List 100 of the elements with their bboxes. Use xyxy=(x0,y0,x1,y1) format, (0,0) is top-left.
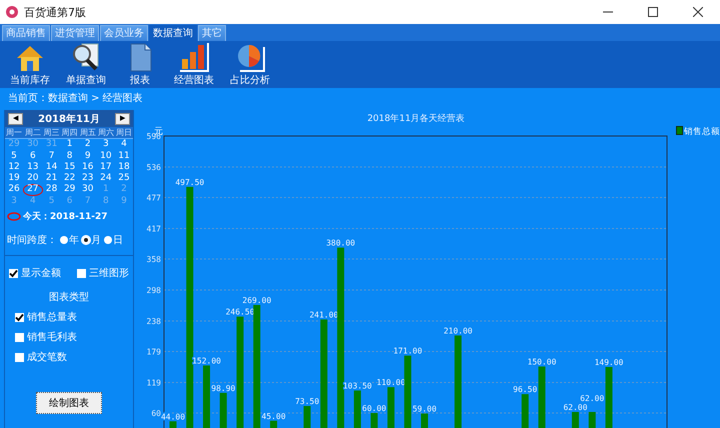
value-label: 59.00 xyxy=(412,404,437,414)
axis-tick-label: 298 xyxy=(146,286,161,295)
section-title: 图表类型 xyxy=(48,290,90,304)
breadcrumb: 当前页：数据查询 > 经营图表 xyxy=(7,92,144,106)
calendar-day[interactable]: 8 xyxy=(66,150,73,162)
axis-tick-label: 119 xyxy=(146,378,161,388)
axis-tick-label: 358 xyxy=(146,255,161,264)
calendar-day[interactable]: 26 xyxy=(8,184,20,196)
calendar-day[interactable]: 23 xyxy=(82,173,94,184)
bar xyxy=(304,406,311,428)
tab[interactable]: 数据查询 xyxy=(149,25,197,41)
legend-swatch xyxy=(676,126,683,135)
weekday-label: 周六 xyxy=(96,127,115,140)
axis-tick-label: 179 xyxy=(146,348,161,356)
axis-tick-label: 238 xyxy=(146,317,161,326)
toolbar-button[interactable]: 报表 xyxy=(116,39,164,88)
bar xyxy=(588,412,596,428)
value-label: 73.50 xyxy=(295,397,320,406)
value-label: 210.00 xyxy=(444,326,472,336)
maximize-icon xyxy=(648,7,658,17)
calendar-day[interactable]: 20 xyxy=(27,173,39,184)
calendar-day[interactable]: 28 xyxy=(46,184,58,196)
calendar-day[interactable]: 15 xyxy=(64,162,76,174)
calendar-day[interactable]: 30 xyxy=(82,184,94,196)
checkmark-icon xyxy=(15,312,24,322)
calendar-day[interactable]: 22 xyxy=(64,173,76,184)
month-title: 2018年11月 xyxy=(38,112,100,126)
calendar-day[interactable]: 13 xyxy=(27,162,39,174)
calendar-day[interactable]: 27 xyxy=(23,184,43,196)
calendar-day[interactable]: 18 xyxy=(118,162,130,174)
bar-chart-icon xyxy=(178,41,210,73)
value-label: 98.90 xyxy=(211,384,236,393)
calendar-day[interactable]: 9 xyxy=(84,150,91,162)
value-label: 45.00 xyxy=(262,412,286,421)
weekday-label: 周三 xyxy=(42,127,61,140)
value-label: 497.50 xyxy=(175,178,204,187)
calendar-day[interactable]: 2 xyxy=(84,139,91,151)
calendar-day[interactable]: 4 xyxy=(121,139,127,151)
calendar-day[interactable]: 12 xyxy=(8,162,20,174)
value-label: 103.50 xyxy=(342,382,372,391)
value-label: 96.50 xyxy=(513,385,538,394)
calendar-day[interactable]: 29 xyxy=(64,184,76,196)
value-label: 269.00 xyxy=(242,296,272,305)
window-title: 百货通第7版 xyxy=(24,4,86,20)
value-label: 150.00 xyxy=(527,358,556,366)
bar xyxy=(370,413,378,428)
radio-button[interactable]: 月 xyxy=(82,233,101,248)
bar xyxy=(421,414,428,428)
toolbar-button[interactable]: 经营图表 xyxy=(168,39,220,88)
weekday-label: 周四 xyxy=(60,127,79,140)
calendar-day[interactable]: 6 xyxy=(30,150,36,162)
calendar-day[interactable]: 24 xyxy=(100,173,112,184)
radio-button[interactable]: 年 xyxy=(60,233,79,248)
axis-tick-label: 417 xyxy=(146,224,161,234)
calendar-day[interactable]: 3 xyxy=(102,139,109,151)
bar xyxy=(605,367,612,428)
bar xyxy=(387,387,394,428)
checkbox[interactable]: 显示金额 xyxy=(9,266,61,280)
close-icon xyxy=(692,7,702,17)
calendar-day[interactable]: 17 xyxy=(100,162,112,174)
toolbar-button[interactable]: 当前库存 xyxy=(4,39,56,88)
axis-tick-label: 536 xyxy=(146,163,161,172)
weekday-label: 周日 xyxy=(114,127,133,140)
tab[interactable]: 进货管理 xyxy=(51,25,99,41)
checkbox[interactable]: 销售总量表 xyxy=(15,310,133,324)
calendar-day[interactable]: 19 xyxy=(8,173,20,184)
calendar-day[interactable]: 10 xyxy=(100,150,112,162)
bar xyxy=(522,394,529,428)
toolbar-button[interactable]: 占比分析 xyxy=(224,39,276,88)
calendar-day[interactable]: 21 xyxy=(46,173,58,184)
draw-chart-button[interactable]: 绘制图表 xyxy=(36,392,102,414)
calendar-day[interactable]: 25 xyxy=(118,173,130,184)
tab[interactable]: 其它 xyxy=(198,25,226,41)
tab[interactable]: 会员业务 xyxy=(100,25,148,41)
app-icon xyxy=(6,6,18,18)
value-label: 62.00 xyxy=(563,402,588,412)
value-label: 380.00 xyxy=(326,238,356,248)
ellipse-icon xyxy=(7,212,21,222)
calendar-day[interactable]: 5 xyxy=(11,150,17,162)
weekday-label: 周五 xyxy=(78,127,97,140)
calendar-day[interactable]: 1 xyxy=(66,139,73,151)
value-label: 171.00 xyxy=(393,346,422,356)
calendar-day[interactable]: 16 xyxy=(82,162,94,174)
radio-button[interactable]: 日 xyxy=(104,233,123,248)
calendar-day[interactable]: 7 xyxy=(48,150,54,162)
value-label: 149.00 xyxy=(594,358,624,367)
bar xyxy=(354,390,361,428)
value-label: 60.00 xyxy=(362,404,386,413)
today-label[interactable]: 今天：2018-11-27 xyxy=(23,210,108,224)
bar xyxy=(203,365,210,428)
checkbox[interactable]: 三维图形 xyxy=(77,266,129,280)
weekday-label: 周一 xyxy=(5,127,24,140)
bar xyxy=(170,421,176,428)
calendar-day[interactable]: 14 xyxy=(46,162,58,174)
checkbox[interactable]: 成交笔数 xyxy=(15,350,133,364)
tab[interactable]: 商品销售 xyxy=(2,25,50,41)
checkbox[interactable]: 销售毛利表 xyxy=(15,330,133,344)
toolbar-button[interactable]: 单据查询 xyxy=(60,39,112,88)
calendar-day[interactable]: 11 xyxy=(118,150,130,162)
chart-title: 2018年11月各天经营表 xyxy=(367,114,465,124)
